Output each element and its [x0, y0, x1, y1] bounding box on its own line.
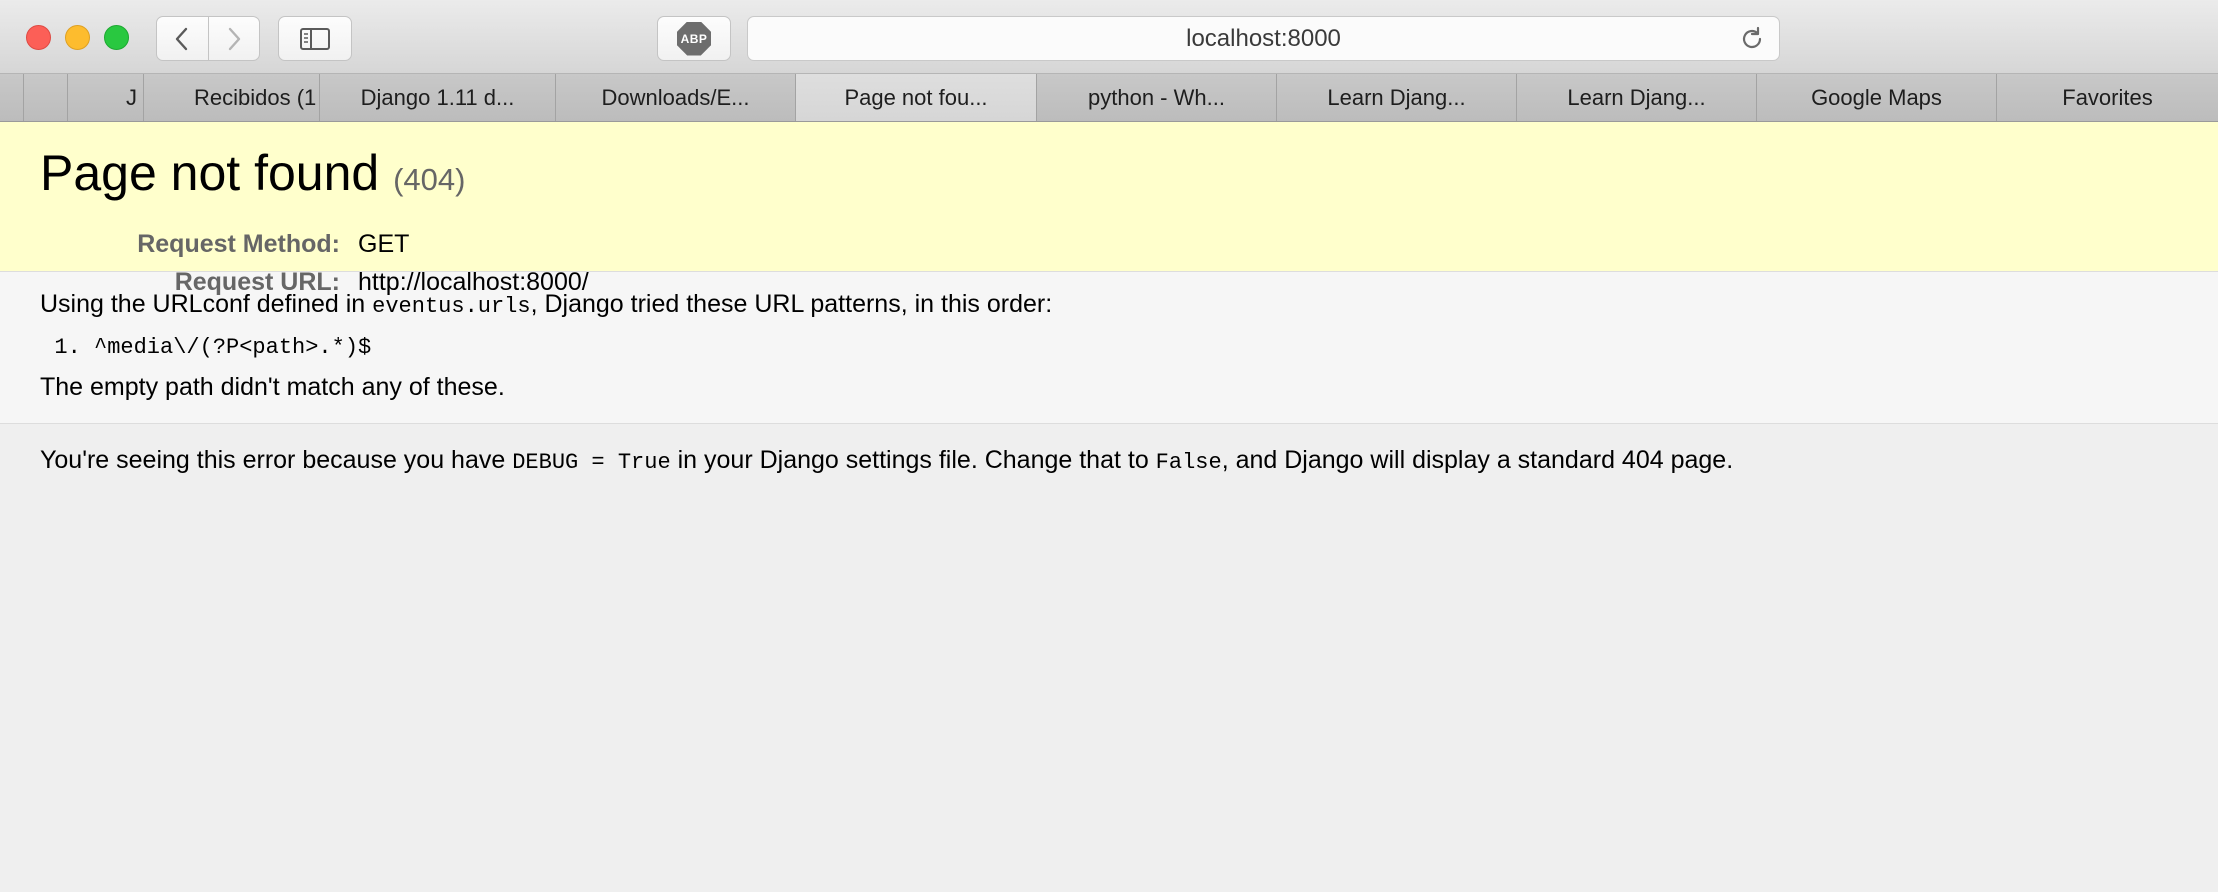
tab-recibidos[interactable]: Recibidos (1	[144, 74, 320, 121]
request-method-value: GET	[358, 230, 410, 258]
debug-explanation: You're seeing this error because you hav…	[0, 424, 2218, 499]
tab-label: Page not fou...	[844, 84, 988, 110]
tab-label: Django 1.11 d...	[360, 84, 515, 110]
zoom-window-button[interactable]	[104, 25, 129, 50]
urlconf-module: eventus.urls	[372, 294, 531, 319]
tab-label: Recibidos (1	[194, 84, 317, 110]
tab-page-not-found[interactable]: Page not fou...	[796, 74, 1037, 121]
status-code: (404)	[393, 162, 466, 197]
tab-label: Favorites	[2062, 84, 2153, 110]
urlconf-pre: Using the URLconf defined in	[40, 290, 373, 318]
show-sidebar-button[interactable]	[278, 16, 352, 61]
no-match-message: The empty path didn't match any of these…	[40, 373, 505, 401]
tab-bar: J Recibidos (1 Django 1.11 d... Download…	[0, 74, 2218, 122]
navigation-buttons	[156, 16, 260, 61]
tab-python[interactable]: python - Wh...	[1037, 74, 1277, 121]
reload-icon[interactable]	[1739, 26, 1765, 52]
title-text: Page not found	[40, 145, 380, 201]
chevron-right-icon	[228, 27, 240, 50]
urlconf-sentence: Using the URLconf defined in eventus.url…	[40, 286, 2178, 325]
tab-learn-django-1[interactable]: Learn Djang...	[1277, 74, 1517, 121]
close-window-button[interactable]	[26, 25, 51, 50]
tab-label: Learn Djang...	[1327, 84, 1466, 110]
tab-label: Downloads/E...	[601, 84, 750, 110]
url-pattern-list: ^media\/(?P<path>.*)$	[40, 331, 2178, 365]
tab-label: Learn Djang...	[1567, 84, 1706, 110]
browser-toolbar: ABP localhost:8000	[0, 0, 2218, 74]
request-method-label: Request Method:	[137, 230, 340, 258]
tab-downloads[interactable]: Downloads/E...	[556, 74, 796, 121]
chevron-left-icon	[176, 27, 188, 50]
address-text: localhost:8000	[1186, 24, 1341, 52]
back-button[interactable]	[157, 17, 208, 60]
page-title: Page not found (404)	[40, 146, 2178, 207]
urlconf-post: , Django tried these URL patterns, in th…	[530, 290, 1053, 318]
debug-post: , and Django will display a standard 404…	[1221, 446, 1734, 474]
forward-button[interactable]	[207, 17, 260, 60]
tab-favorites[interactable]: Favorites	[1997, 74, 2218, 121]
minimize-window-button[interactable]	[65, 25, 90, 50]
tab-label: Google Maps	[1811, 84, 1942, 110]
tab-django-docs[interactable]: Django 1.11 d...	[320, 74, 556, 121]
debug-false: False	[1155, 450, 1222, 475]
list-item: ^media\/(?P<path>.*)$	[94, 331, 2178, 365]
tab-pinned-2[interactable]	[24, 74, 68, 121]
tab-google-maps[interactable]: Google Maps	[1757, 74, 1997, 121]
debug-pre: You're seeing this error because you hav…	[40, 446, 513, 474]
url-patterns-info: Using the URLconf defined in eventus.url…	[0, 272, 2218, 424]
tab-learn-django-2[interactable]: Learn Djang...	[1517, 74, 1757, 121]
adblock-plus-button[interactable]: ABP	[657, 16, 731, 61]
debug-setting: DEBUG = True	[512, 450, 671, 475]
debug-mid: in your Django settings file. Change tha…	[670, 446, 1156, 474]
tab-pinned[interactable]	[0, 74, 24, 121]
adblock-icon: ABP	[677, 21, 711, 56]
tab-label: python - Wh...	[1088, 84, 1225, 110]
debug-sentence: You're seeing this error because you hav…	[40, 442, 2178, 481]
request-method-row: Request Method: GET	[40, 225, 2178, 263]
error-summary: Page not found (404) Request Method: GET…	[0, 122, 2218, 296]
address-bar[interactable]: localhost:8000	[747, 16, 1780, 61]
tab-label: J	[126, 84, 137, 110]
sidebar-icon	[300, 27, 330, 50]
tab-partial[interactable]: J	[68, 74, 144, 121]
